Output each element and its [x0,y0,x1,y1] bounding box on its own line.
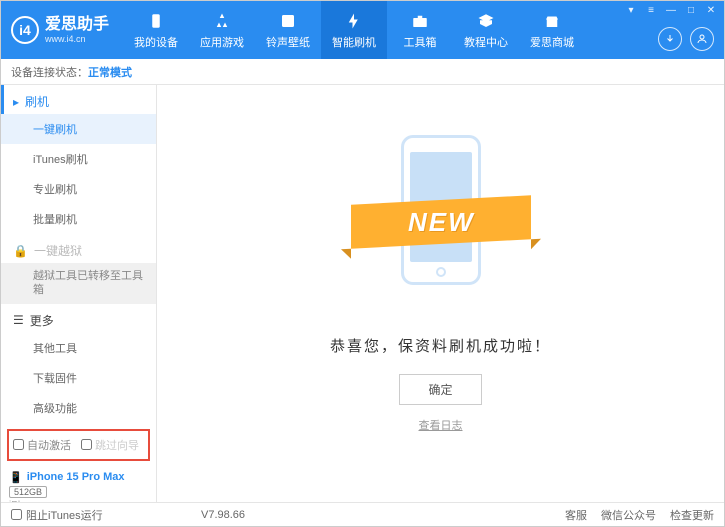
device-name[interactable]: 📱 iPhone 15 Pro Max [9,471,148,484]
logo-area: i4 爱思助手 www.i4.cn [1,16,123,44]
user-button[interactable] [690,27,714,51]
app-url: www.i4.cn [45,35,109,44]
nav-my-device[interactable]: 我的设备 [123,1,189,59]
nav-toolbox[interactable]: 工具箱 [387,1,453,59]
block-itunes-checkbox[interactable]: 阻止iTunes运行 [11,507,103,523]
status-bar: 设备连接状态： 正常模式 [1,59,724,85]
footer-link-wechat[interactable]: 微信公众号 [601,507,656,523]
header-right-buttons [658,27,714,51]
auto-activate-checkbox[interactable]: 自动激活 [13,437,71,453]
footer-link-support[interactable]: 客服 [565,507,587,523]
download-button[interactable] [658,27,682,51]
sidebar-section-jailbreak: 🔒 一键越狱 [1,234,156,263]
tutorial-icon [476,11,496,31]
top-nav: 我的设备 应用游戏 铃声壁纸 智能刷机 工具箱 教程中心 爱思商城 [123,1,585,59]
app-name: 爱思助手 [45,17,109,33]
ok-button[interactable]: 确定 [399,374,481,405]
storage-badge: 512GB [9,486,47,498]
device-info: 📱 iPhone 15 Pro Max 512GB iPhone [1,467,156,502]
store-icon [542,11,562,31]
nav-ringtones[interactable]: 铃声壁纸 [255,1,321,59]
nav-store[interactable]: 爱思商城 [519,1,585,59]
highlighted-checkbox-area: 自动激活 跳过向导 [7,429,150,461]
flash-icon [344,11,364,31]
nav-tutorials[interactable]: 教程中心 [453,1,519,59]
status-mode: 正常模式 [88,64,132,80]
skip-guide-checkbox[interactable]: 跳过向导 [81,437,139,453]
maximize-icon[interactable]: □ [684,5,698,16]
minimize-icon[interactable]: — [664,5,678,16]
nav-apps-games[interactable]: 应用游戏 [189,1,255,59]
version-label: V7.98.66 [201,509,245,521]
more-section-icon: ☰ [13,313,24,327]
apps-icon [212,11,232,31]
settings-icon[interactable]: ≡ [644,5,658,16]
close-icon[interactable]: ✕ [704,5,718,16]
nav-smart-flash[interactable]: 智能刷机 [321,1,387,59]
window-controls: ▾ ≡ — □ ✕ [624,5,718,16]
sidebar-item-advanced[interactable]: 高级功能 [1,393,156,423]
ringtone-icon [278,11,298,31]
sidebar-item-one-key-flash[interactable]: 一键刷机 [1,114,156,144]
sidebar-section-more[interactable]: ☰ 更多 [1,304,156,333]
sidebar-item-other-tools[interactable]: 其他工具 [1,333,156,363]
toolbox-icon [410,11,430,31]
footer-link-update[interactable]: 检查更新 [670,507,714,523]
lock-icon: 🔒 [13,244,28,258]
flash-section-icon: ▸ [13,95,19,109]
menu-icon[interactable]: ▾ [624,5,638,16]
view-log-link[interactable]: 查看日志 [419,417,463,433]
logo-icon: i4 [11,16,39,44]
phone-icon: 📱 [9,471,23,484]
app-header: i4 爱思助手 www.i4.cn 我的设备 应用游戏 铃声壁纸 智能刷机 工具… [1,1,724,59]
footer: 阻止iTunes运行 V7.98.66 客服 微信公众号 检查更新 [1,502,724,526]
sidebar-section-flash[interactable]: ▸ 刷机 [1,85,156,114]
device-icon [146,11,166,31]
sidebar: ▸ 刷机 一键刷机 iTunes刷机 专业刷机 批量刷机 🔒 一键越狱 越狱工具… [1,85,157,502]
sidebar-item-pro-flash[interactable]: 专业刷机 [1,174,156,204]
sidebar-item-jailbreak-moved: 越狱工具已转移至工具箱 [1,263,156,304]
sidebar-item-batch-flash[interactable]: 批量刷机 [1,204,156,234]
main-content: NEW 恭喜您，保资料刷机成功啦！ 确定 查看日志 [157,85,724,502]
status-label: 设备连接状态： [11,64,88,80]
sidebar-item-download-firmware[interactable]: 下载固件 [1,363,156,393]
sidebar-item-itunes-flash[interactable]: iTunes刷机 [1,144,156,174]
success-message: 恭喜您，保资料刷机成功啦！ [330,335,551,356]
success-illustration: NEW [361,115,521,315]
new-banner: NEW [351,195,531,248]
